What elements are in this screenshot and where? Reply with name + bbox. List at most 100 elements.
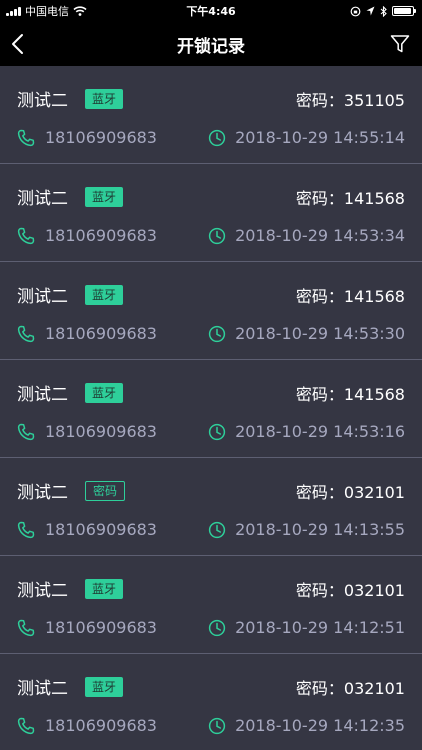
user-name: 测试二	[17, 483, 68, 503]
phone-icon	[17, 619, 35, 637]
phone-group: 18106909683	[17, 520, 157, 539]
record-details: 18106909683 2018-10-29 14:12:51	[17, 618, 405, 637]
name-group: 测试二 蓝牙	[17, 674, 124, 699]
name-group: 测试二 蓝牙	[17, 86, 124, 111]
record-item[interactable]: 测试二 蓝牙 密码：141568 18106909683 2018-10-29 …	[0, 262, 422, 360]
phone-icon	[17, 423, 35, 441]
record-details: 18106909683 2018-10-29 14:53:30	[17, 324, 405, 343]
user-name: 测试二	[17, 385, 68, 405]
password-label: 密码：141568	[295, 384, 405, 404]
record-item[interactable]: 测试二 蓝牙 密码：032101 18106909683 2018-10-29 …	[0, 654, 422, 750]
record-header: 测试二 蓝牙 密码：351105	[17, 86, 405, 111]
record-header: 测试二 蓝牙 密码：141568	[17, 184, 405, 209]
page-title: 开锁记录	[177, 36, 245, 57]
back-button[interactable]	[10, 22, 40, 66]
time-group: 2018-10-29 14:13:55	[208, 520, 405, 539]
unlock-method-badge: 蓝牙	[85, 186, 124, 207]
record-list: 测试二 蓝牙 密码：351105 18106909683 2018-10-29 …	[0, 66, 422, 750]
name-group: 测试二 密码	[17, 478, 126, 503]
record-details: 18106909683 2018-10-29 14:12:35	[17, 716, 405, 735]
password-label: 密码：032101	[295, 482, 405, 502]
location-icon	[366, 6, 375, 16]
unlock-method-badge: 蓝牙	[85, 284, 124, 305]
phone-icon	[17, 717, 35, 735]
phone-group: 18106909683	[17, 422, 157, 441]
clock-icon	[208, 325, 226, 343]
clock-icon	[208, 423, 226, 441]
phone-number: 18106909683	[45, 128, 157, 147]
time-group: 2018-10-29 14:53:16	[208, 422, 405, 441]
phone-number: 18106909683	[45, 716, 157, 735]
unlock-time: 2018-10-29 14:55:14	[235, 128, 405, 147]
phone-icon	[17, 521, 35, 539]
time-group: 2018-10-29 14:55:14	[208, 128, 405, 147]
password-label: 密码：141568	[295, 286, 405, 306]
status-bar: 中国电信 下午4:46	[0, 0, 422, 22]
record-item[interactable]: 测试二 蓝牙 密码：032101 18106909683 2018-10-29 …	[0, 556, 422, 654]
name-group: 测试二 蓝牙	[17, 184, 124, 209]
user-name: 测试二	[17, 581, 68, 601]
time-group: 2018-10-29 14:12:35	[208, 716, 405, 735]
record-details: 18106909683 2018-10-29 14:53:16	[17, 422, 405, 441]
filter-button[interactable]	[380, 22, 410, 66]
password-label: 密码：032101	[295, 678, 405, 698]
record-details: 18106909683 2018-10-29 14:55:14	[17, 128, 405, 147]
password-label: 密码：141568	[295, 188, 405, 208]
phone-group: 18106909683	[17, 226, 157, 245]
phone-number: 18106909683	[45, 422, 157, 441]
phone-number: 18106909683	[45, 226, 157, 245]
unlock-time: 2018-10-29 14:13:55	[235, 520, 405, 539]
carrier-label: 中国电信	[25, 5, 69, 18]
phone-icon	[17, 227, 35, 245]
user-name: 测试二	[17, 287, 68, 307]
phone-group: 18106909683	[17, 716, 157, 735]
phone-number: 18106909683	[45, 324, 157, 343]
phone-group: 18106909683	[17, 618, 157, 637]
chevron-left-icon	[10, 33, 24, 55]
unlock-method-badge: 蓝牙	[85, 578, 124, 599]
phone-group: 18106909683	[17, 324, 157, 343]
phone-number: 18106909683	[45, 520, 157, 539]
battery-icon	[392, 6, 416, 16]
record-header: 测试二 蓝牙 密码：032101	[17, 576, 405, 601]
battery-fill	[394, 8, 411, 14]
record-item[interactable]: 测试二 蓝牙 密码：351105 18106909683 2018-10-29 …	[0, 66, 422, 164]
record-header: 测试二 密码 密码：032101	[17, 478, 405, 503]
clock-icon	[208, 521, 226, 539]
clock-icon	[208, 227, 226, 245]
unlock-time: 2018-10-29 14:53:34	[235, 226, 405, 245]
password-label: 密码：032101	[295, 580, 405, 600]
time-group: 2018-10-29 14:12:51	[208, 618, 405, 637]
record-item[interactable]: 测试二 密码 密码：032101 18106909683 2018-10-29 …	[0, 458, 422, 556]
record-item[interactable]: 测试二 蓝牙 密码：141568 18106909683 2018-10-29 …	[0, 360, 422, 458]
unlock-time: 2018-10-29 14:12:35	[235, 716, 405, 735]
wifi-icon	[73, 6, 87, 16]
user-name: 测试二	[17, 91, 68, 111]
name-group: 测试二 蓝牙	[17, 282, 124, 307]
status-right	[350, 5, 416, 17]
record-details: 18106909683 2018-10-29 14:53:34	[17, 226, 405, 245]
phone-group: 18106909683	[17, 128, 157, 147]
record-header: 测试二 蓝牙 密码：032101	[17, 674, 405, 699]
time-group: 2018-10-29 14:53:30	[208, 324, 405, 343]
record-item[interactable]: 测试二 蓝牙 密码：141568 18106909683 2018-10-29 …	[0, 164, 422, 262]
unlock-time: 2018-10-29 14:53:30	[235, 324, 405, 343]
phone-icon	[17, 325, 35, 343]
signal-icon	[6, 6, 21, 16]
password-label: 密码：351105	[295, 90, 405, 110]
unlock-time: 2018-10-29 14:53:16	[235, 422, 405, 441]
name-group: 测试二 蓝牙	[17, 380, 124, 405]
user-name: 测试二	[17, 189, 68, 209]
record-header: 测试二 蓝牙 密码：141568	[17, 380, 405, 405]
phone-icon	[17, 129, 35, 147]
name-group: 测试二 蓝牙	[17, 576, 124, 601]
clock-icon	[208, 129, 226, 147]
bluetooth-icon	[380, 5, 387, 17]
filter-icon	[390, 34, 410, 54]
phone-number: 18106909683	[45, 618, 157, 637]
user-name: 测试二	[17, 679, 68, 699]
unlock-method-badge: 密码	[85, 480, 126, 501]
clock-icon	[208, 717, 226, 735]
time-group: 2018-10-29 14:53:34	[208, 226, 405, 245]
rotation-lock-icon	[350, 6, 361, 17]
